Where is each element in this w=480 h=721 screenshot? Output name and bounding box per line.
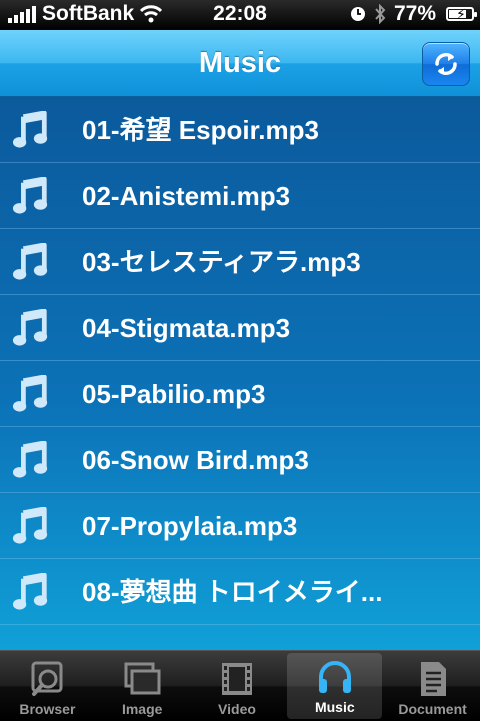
tab-label: Video [218, 701, 256, 717]
status-left: SoftBank [8, 2, 163, 26]
clock-icon [350, 7, 365, 21]
music-note-icon [12, 110, 50, 149]
file-name: 03-セレスティアラ.mp3 [82, 247, 361, 277]
status-right: 77% ⚡ [350, 2, 477, 26]
music-note-icon [12, 440, 50, 479]
list-item[interactable]: 01-希望 Espoir.mp3 [0, 97, 480, 163]
file-name: 06-Snow Bird.mp3 [82, 445, 309, 475]
tab-label: Music [314, 699, 355, 715]
list-item[interactable]: 07-Propylaia.mp3 [0, 493, 480, 559]
list-item[interactable]: 05-Pabilio.mp3 [0, 361, 480, 427]
refresh-icon [435, 52, 457, 76]
refresh-button[interactable] [422, 42, 470, 86]
music-note-icon [12, 242, 50, 281]
signal-strength-icon [8, 5, 36, 23]
music-note-icon [12, 572, 50, 611]
file-name: 01-希望 Espoir.mp3 [82, 115, 319, 145]
battery-percent: 77% [393, 2, 436, 25]
battery-icon: ⚡ [446, 6, 477, 22]
music-file-list: 01-希望 Espoir.mp3 02-Anistemi.mp3 03-セレスティア… [0, 97, 480, 650]
tab-image[interactable]: Image [95, 651, 190, 721]
tab-music[interactable]: Music [287, 653, 383, 719]
file-name: 07-Propylaia.mp3 [82, 511, 298, 541]
document-icon [413, 659, 453, 699]
video-icon [217, 659, 257, 699]
tab-video[interactable]: Video [190, 651, 285, 721]
music-note-icon [12, 506, 50, 545]
navigation-bar: Music [0, 30, 480, 97]
music-note-icon [12, 374, 50, 413]
list-item[interactable]: 03-セレスティアラ.mp3 [0, 229, 480, 295]
page-title: Music [198, 47, 282, 79]
list-item[interactable]: 06-Snow Bird.mp3 [0, 427, 480, 493]
tab-label: Document [398, 701, 467, 717]
list-item[interactable]: 02-Anistemi.mp3 [0, 163, 480, 229]
music-note-icon [12, 176, 50, 215]
headphones-icon [315, 657, 355, 697]
tab-label: Browser [19, 701, 76, 717]
music-note-icon [12, 308, 50, 347]
tab-browser[interactable]: Browser [0, 651, 95, 721]
tab-document[interactable]: Document [385, 651, 480, 721]
file-name: 08-夢想曲 トロイメライ... [82, 577, 383, 607]
list-item[interactable]: 08-夢想曲 トロイメライ... [0, 559, 480, 625]
carrier-name: SoftBank [42, 2, 135, 25]
file-name: 04-Stigmata.mp3 [82, 313, 291, 343]
tab-bar: Browser Image Video Music Document [0, 650, 480, 721]
file-name: 05-Pabilio.mp3 [82, 379, 266, 409]
status-bar: SoftBank 22:08 77% ⚡ [0, 0, 480, 30]
file-name: 02-Anistemi.mp3 [82, 181, 291, 211]
image-icon [122, 659, 162, 699]
charging-bolt-icon: ⚡ [456, 6, 466, 22]
browser-icon [27, 659, 67, 699]
wifi-icon [140, 5, 163, 23]
tab-label: Image [121, 701, 163, 717]
bluetooth-icon [375, 4, 386, 24]
list-item[interactable]: 04-Stigmata.mp3 [0, 295, 480, 361]
